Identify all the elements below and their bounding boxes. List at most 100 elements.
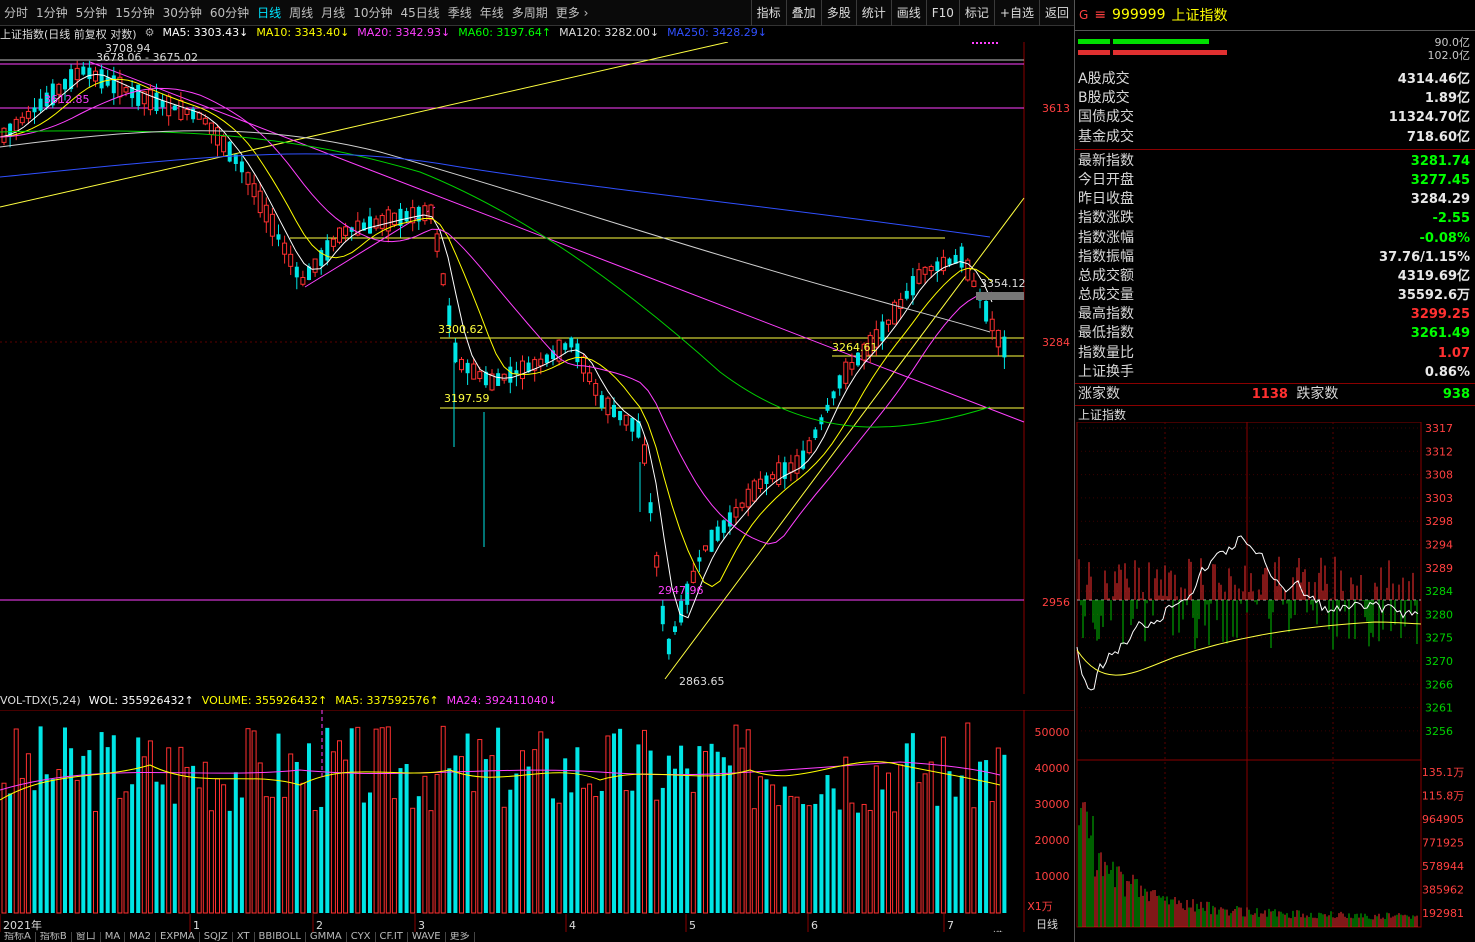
volume-legend-label: MA5: 337592576↑: [335, 694, 439, 707]
tool-buttons: 指标 叠加 多股 统计 画线 F10 标记 +自选 返回: [750, 0, 1074, 26]
period-tab[interactable]: 年线: [476, 0, 508, 26]
menu-icon[interactable]: ≡: [1094, 7, 1106, 23]
tool-button[interactable]: 返回: [1038, 0, 1074, 26]
candle-up: [215, 127, 220, 146]
indicator-tab[interactable]: WAVE: [408, 932, 446, 942]
indicator-tab[interactable]: CYX: [347, 932, 376, 942]
annotation-level: 3612.85: [44, 93, 90, 106]
period-tab[interactable]: 多周期: [508, 0, 552, 26]
group-label[interactable]: G: [1079, 8, 1088, 22]
indicator-tab[interactable]: MA2: [125, 932, 157, 942]
stat-value: 3284.29: [1410, 192, 1470, 208]
candle-up: [25, 110, 31, 119]
settings-icon[interactable]: ⚙: [145, 26, 155, 42]
candle-up: [166, 95, 172, 117]
volume-bar-up: [141, 756, 147, 914]
period-tab[interactable]: 15分钟: [111, 0, 158, 26]
period-tab[interactable]: 更多 ›: [552, 0, 593, 26]
volume-bar-down: [239, 797, 244, 913]
volume-bar-up: [940, 736, 946, 914]
period-tab[interactable]: 周线: [285, 0, 317, 26]
indicator-tab[interactable]: 窗口: [72, 932, 101, 942]
indicator-tab[interactable]: CF.IT: [376, 932, 408, 942]
candle-down: [160, 100, 165, 108]
volume-bar-down: [508, 789, 513, 913]
period-tab[interactable]: 10分钟: [349, 0, 396, 26]
period-tab[interactable]: 60分钟: [206, 0, 253, 26]
candle-up: [995, 329, 1001, 348]
volume-bar-down: [416, 796, 421, 913]
volume-bar-up: [623, 790, 629, 914]
volume-bar-up: [245, 728, 251, 914]
period-tab[interactable]: 日线: [253, 0, 285, 26]
tool-button[interactable]: 统计: [855, 0, 891, 26]
candle-down: [105, 77, 110, 86]
candle-down: [910, 276, 915, 296]
volume-bar-up: [330, 751, 336, 914]
volume-chart[interactable]: 50000 40000 30000 20000 10000 X1万 2021年 1 2 3 4 5 6 7…: [0, 710, 1074, 932]
candle-down: [612, 404, 616, 418]
fall-label: 跌家数: [1296, 386, 1339, 402]
indicator-tab[interactable]: SQJZ: [200, 932, 233, 942]
tool-button[interactable]: 标记: [958, 0, 994, 26]
volume-bar-up: [202, 761, 208, 914]
volume-bar-down: [825, 775, 830, 913]
tool-button[interactable]: +自选: [993, 0, 1039, 26]
indicator-tab[interactable]: XT: [233, 932, 255, 942]
ma-label: MA60: 3197.64↑: [458, 26, 552, 39]
indicator-tab[interactable]: EXPMA: [156, 932, 200, 942]
indicator-tab[interactable]: MA: [101, 932, 126, 942]
period-tab[interactable]: 5分钟: [72, 0, 112, 26]
tool-button[interactable]: 画线: [890, 0, 926, 26]
candle-up: [928, 266, 934, 272]
tool-button[interactable]: 多股: [820, 0, 856, 26]
volume-bar-down: [569, 792, 574, 913]
candle-up: [117, 76, 123, 98]
period-tab[interactable]: 月线: [317, 0, 349, 26]
volume-bar-up: [56, 769, 62, 914]
volume-bar-up: [587, 783, 593, 914]
volume-bar-up: [282, 796, 288, 914]
candle-up: [587, 372, 593, 382]
indicator-tab[interactable]: 指标A: [0, 932, 36, 942]
candle-up: [733, 507, 739, 518]
volume-bar-down: [1002, 754, 1007, 913]
candle-down: [276, 234, 281, 240]
period-tab[interactable]: 30分钟: [159, 0, 206, 26]
candlestick-chart[interactable]: 3613328429563708.943678.06 - 3675.023612…: [0, 42, 1074, 694]
tool-button[interactable]: 叠加: [785, 0, 821, 26]
volume-bar-up: [538, 731, 544, 914]
period-tab[interactable]: 季线: [444, 0, 476, 26]
volume-bar-up: [251, 730, 257, 914]
stat-row: 指数振幅 37.76/1.15%: [1075, 248, 1475, 267]
tool-button[interactable]: 指标: [750, 0, 786, 26]
candle-up: [751, 480, 757, 502]
candle-up: [1, 127, 7, 143]
period-tab[interactable]: 45日线: [396, 0, 443, 26]
volume-bar-down: [575, 747, 580, 913]
stat-label: 昨日收盘: [1078, 191, 1134, 208]
volume-bar-down: [984, 760, 989, 913]
volume-bar-up: [605, 735, 611, 914]
indicator-tab[interactable]: 更多: [446, 932, 475, 942]
volume-bar-up: [971, 807, 977, 914]
intraday-chart[interactable]: 3317 3312 3308 3303 3298 3294 3289 3284 3280 3275…: [1075, 421, 1475, 942]
candle-up: [147, 89, 153, 111]
volume-bar-down: [679, 745, 684, 913]
indicator-tab[interactable]: 指标B: [36, 932, 72, 942]
mini-axis-label: 3298: [1425, 515, 1453, 528]
candle-up: [757, 478, 763, 490]
indicator-tab[interactable]: GMMA: [306, 932, 347, 942]
period-tab[interactable]: 分时: [0, 0, 32, 26]
stat-row: 指数量比 1.07: [1075, 344, 1475, 363]
period-tabs: 分时 1分钟 5分钟 15分钟 30分钟 60分钟 日线 周线 月线 10分钟 45日线 季线 年线 多周…: [0, 0, 592, 26]
volume-bar-up: [477, 739, 483, 914]
volume-bar-down: [81, 755, 86, 913]
period-tab[interactable]: 1分钟: [32, 0, 72, 26]
indicator-tab[interactable]: BBIBOLL: [255, 932, 306, 942]
candle-up: [739, 502, 745, 508]
annotation-level: 3354.12: [980, 277, 1026, 290]
stat-row: 昨日收盘 3284.29: [1075, 190, 1475, 209]
tool-button[interactable]: F10: [925, 0, 959, 26]
candle-up: [642, 444, 647, 464]
